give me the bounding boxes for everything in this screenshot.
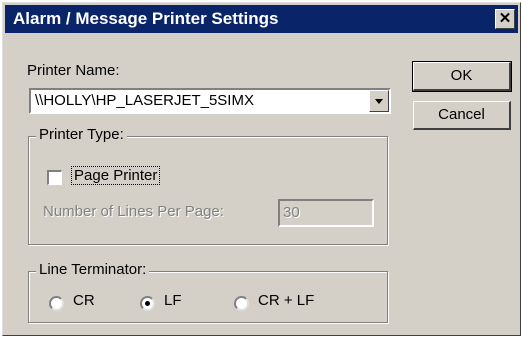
printer-name-value: \\HOLLY\HP_LASERJET_5SIMX [35, 92, 254, 109]
printer-name-dropdown[interactable]: \\HOLLY\HP_LASERJET_5SIMX [29, 88, 391, 114]
page-printer-checkbox[interactable] [47, 170, 62, 185]
lines-per-page-field: 30 [278, 199, 374, 227]
line-terminator-legend: Line Terminator: [36, 261, 150, 278]
radio-lf-label[interactable]: LF [164, 292, 182, 309]
radio-cr[interactable] [49, 296, 64, 311]
page-printer-label[interactable]: Page Printer [71, 166, 161, 185]
printer-name-label: Printer Name: [27, 62, 120, 79]
cancel-button[interactable]: Cancel [413, 101, 511, 130]
dropdown-button[interactable] [369, 90, 389, 112]
radio-cr-lf[interactable] [234, 296, 249, 311]
lines-per-page-value: 30 [283, 204, 300, 221]
printer-settings-dialog: Alarm / Message Printer Settings ✕ Print… [2, 2, 521, 336]
lines-per-page-label: Number of Lines Per Page: [43, 203, 224, 220]
printer-type-group [28, 136, 388, 245]
chevron-down-icon [375, 99, 383, 104]
ok-button[interactable]: OK [412, 61, 512, 92]
window-title: Alarm / Message Printer Settings [13, 9, 279, 28]
printer-type-legend: Printer Type: [36, 126, 127, 143]
close-icon: ✕ [498, 10, 512, 27]
radio-lf[interactable] [140, 296, 155, 311]
title-bar[interactable]: Alarm / Message Printer Settings ✕ [5, 5, 518, 33]
radio-selected-dot [145, 301, 150, 306]
close-button[interactable]: ✕ [495, 9, 515, 29]
radio-cr-label[interactable]: CR [73, 292, 95, 309]
radio-cr-lf-label[interactable]: CR + LF [258, 292, 314, 309]
